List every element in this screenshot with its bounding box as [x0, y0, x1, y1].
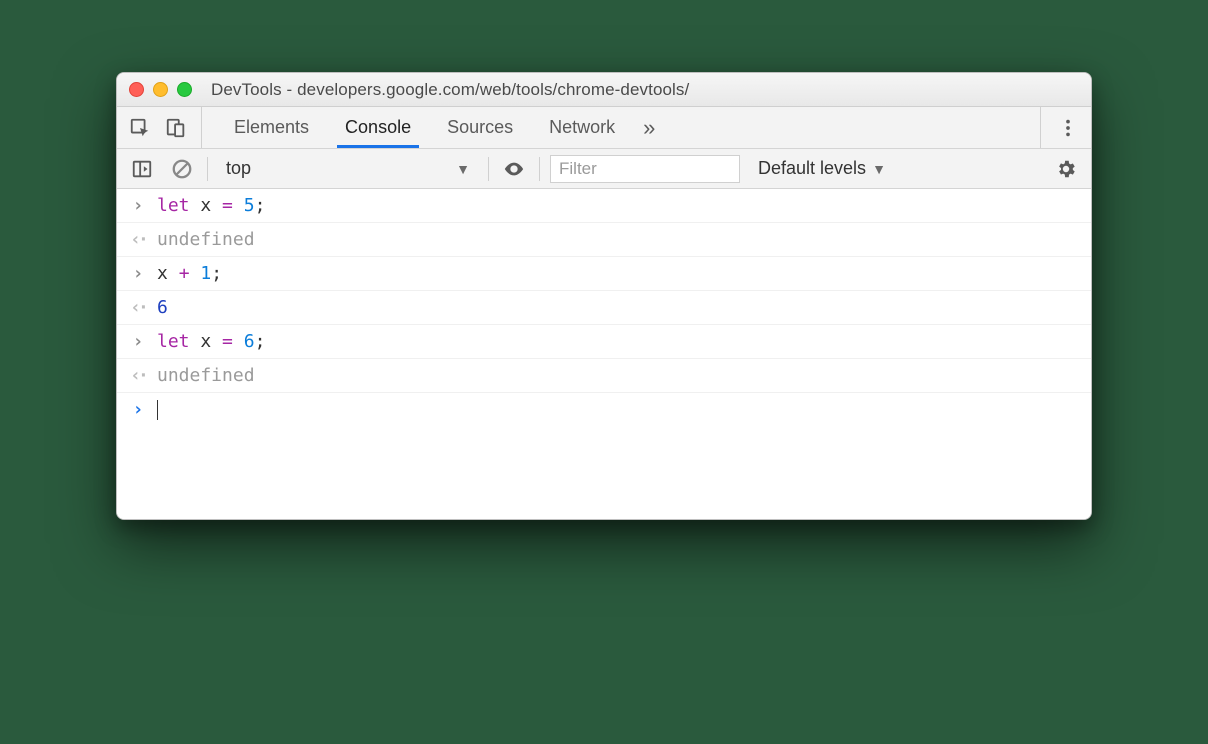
output-marker-icon: ‹· [129, 229, 147, 250]
input-marker-icon: › [129, 263, 147, 284]
separator [488, 157, 489, 181]
tab-sources[interactable]: Sources [429, 107, 531, 148]
clear-console-icon[interactable] [167, 154, 197, 184]
log-levels-select[interactable]: Default levels ▼ [750, 158, 894, 179]
text-cursor [157, 400, 158, 420]
overflow-tabs-button[interactable]: » [633, 107, 665, 148]
traffic-lights [129, 82, 192, 97]
toggle-sidebar-icon[interactable] [127, 154, 157, 184]
zoom-window-button[interactable] [177, 82, 192, 97]
window-titlebar: DevTools - developers.google.com/web/too… [117, 73, 1091, 107]
console-input-row: › let x = 6; [117, 325, 1091, 359]
devtools-window: DevTools - developers.google.com/web/too… [116, 72, 1092, 520]
devtools-tabbar: Elements Console Sources Network » [117, 107, 1091, 149]
code-text [157, 399, 158, 420]
execution-context-select[interactable]: top ▼ [218, 158, 478, 179]
code-text: 6 [157, 297, 168, 318]
chevron-down-icon: ▼ [456, 161, 470, 177]
tab-elements[interactable]: Elements [216, 107, 327, 148]
separator [207, 157, 208, 181]
inspect-element-icon[interactable] [125, 113, 155, 143]
console-subtoolbar: top ▼ Default levels ▼ [117, 149, 1091, 189]
code-text: undefined [157, 229, 255, 250]
close-window-button[interactable] [129, 82, 144, 97]
input-marker-icon: › [129, 331, 147, 352]
output-marker-icon: ‹· [129, 297, 147, 318]
window-title: DevTools - developers.google.com/web/too… [211, 80, 689, 100]
console-output[interactable]: › let x = 5; ‹· undefined › x + 1; ‹· 6 › let x =… [117, 189, 1091, 519]
input-marker-icon: › [129, 195, 147, 216]
prompt-marker-icon: › [129, 399, 147, 420]
filter-input-wrapper [550, 155, 740, 183]
tab-console[interactable]: Console [327, 107, 429, 148]
levels-label: Default levels [758, 158, 866, 179]
console-output-row: ‹· 6 [117, 291, 1091, 325]
chevron-down-icon: ▼ [872, 161, 886, 177]
panel-tabs: Elements Console Sources Network » [216, 107, 1040, 148]
context-value: top [226, 158, 251, 179]
code-text: let x = 6; [157, 331, 265, 352]
console-settings-gear-icon[interactable] [1051, 154, 1081, 184]
console-input-row: › let x = 5; [117, 189, 1091, 223]
console-output-row: ‹· undefined [117, 359, 1091, 393]
console-output-row: ‹· undefined [117, 223, 1091, 257]
device-toggle-icon[interactable] [161, 113, 191, 143]
live-expression-eye-icon[interactable] [499, 154, 529, 184]
code-text: let x = 5; [157, 195, 265, 216]
filter-input[interactable] [559, 159, 731, 179]
minimize-window-button[interactable] [153, 82, 168, 97]
separator [539, 157, 540, 181]
kebab-menu-icon[interactable] [1053, 113, 1083, 143]
tab-network[interactable]: Network [531, 107, 633, 148]
code-text: undefined [157, 365, 255, 386]
console-input-row: › x + 1; [117, 257, 1091, 291]
output-marker-icon: ‹· [129, 365, 147, 386]
console-prompt-row: › [117, 393, 1091, 426]
code-text: x + 1; [157, 263, 222, 284]
